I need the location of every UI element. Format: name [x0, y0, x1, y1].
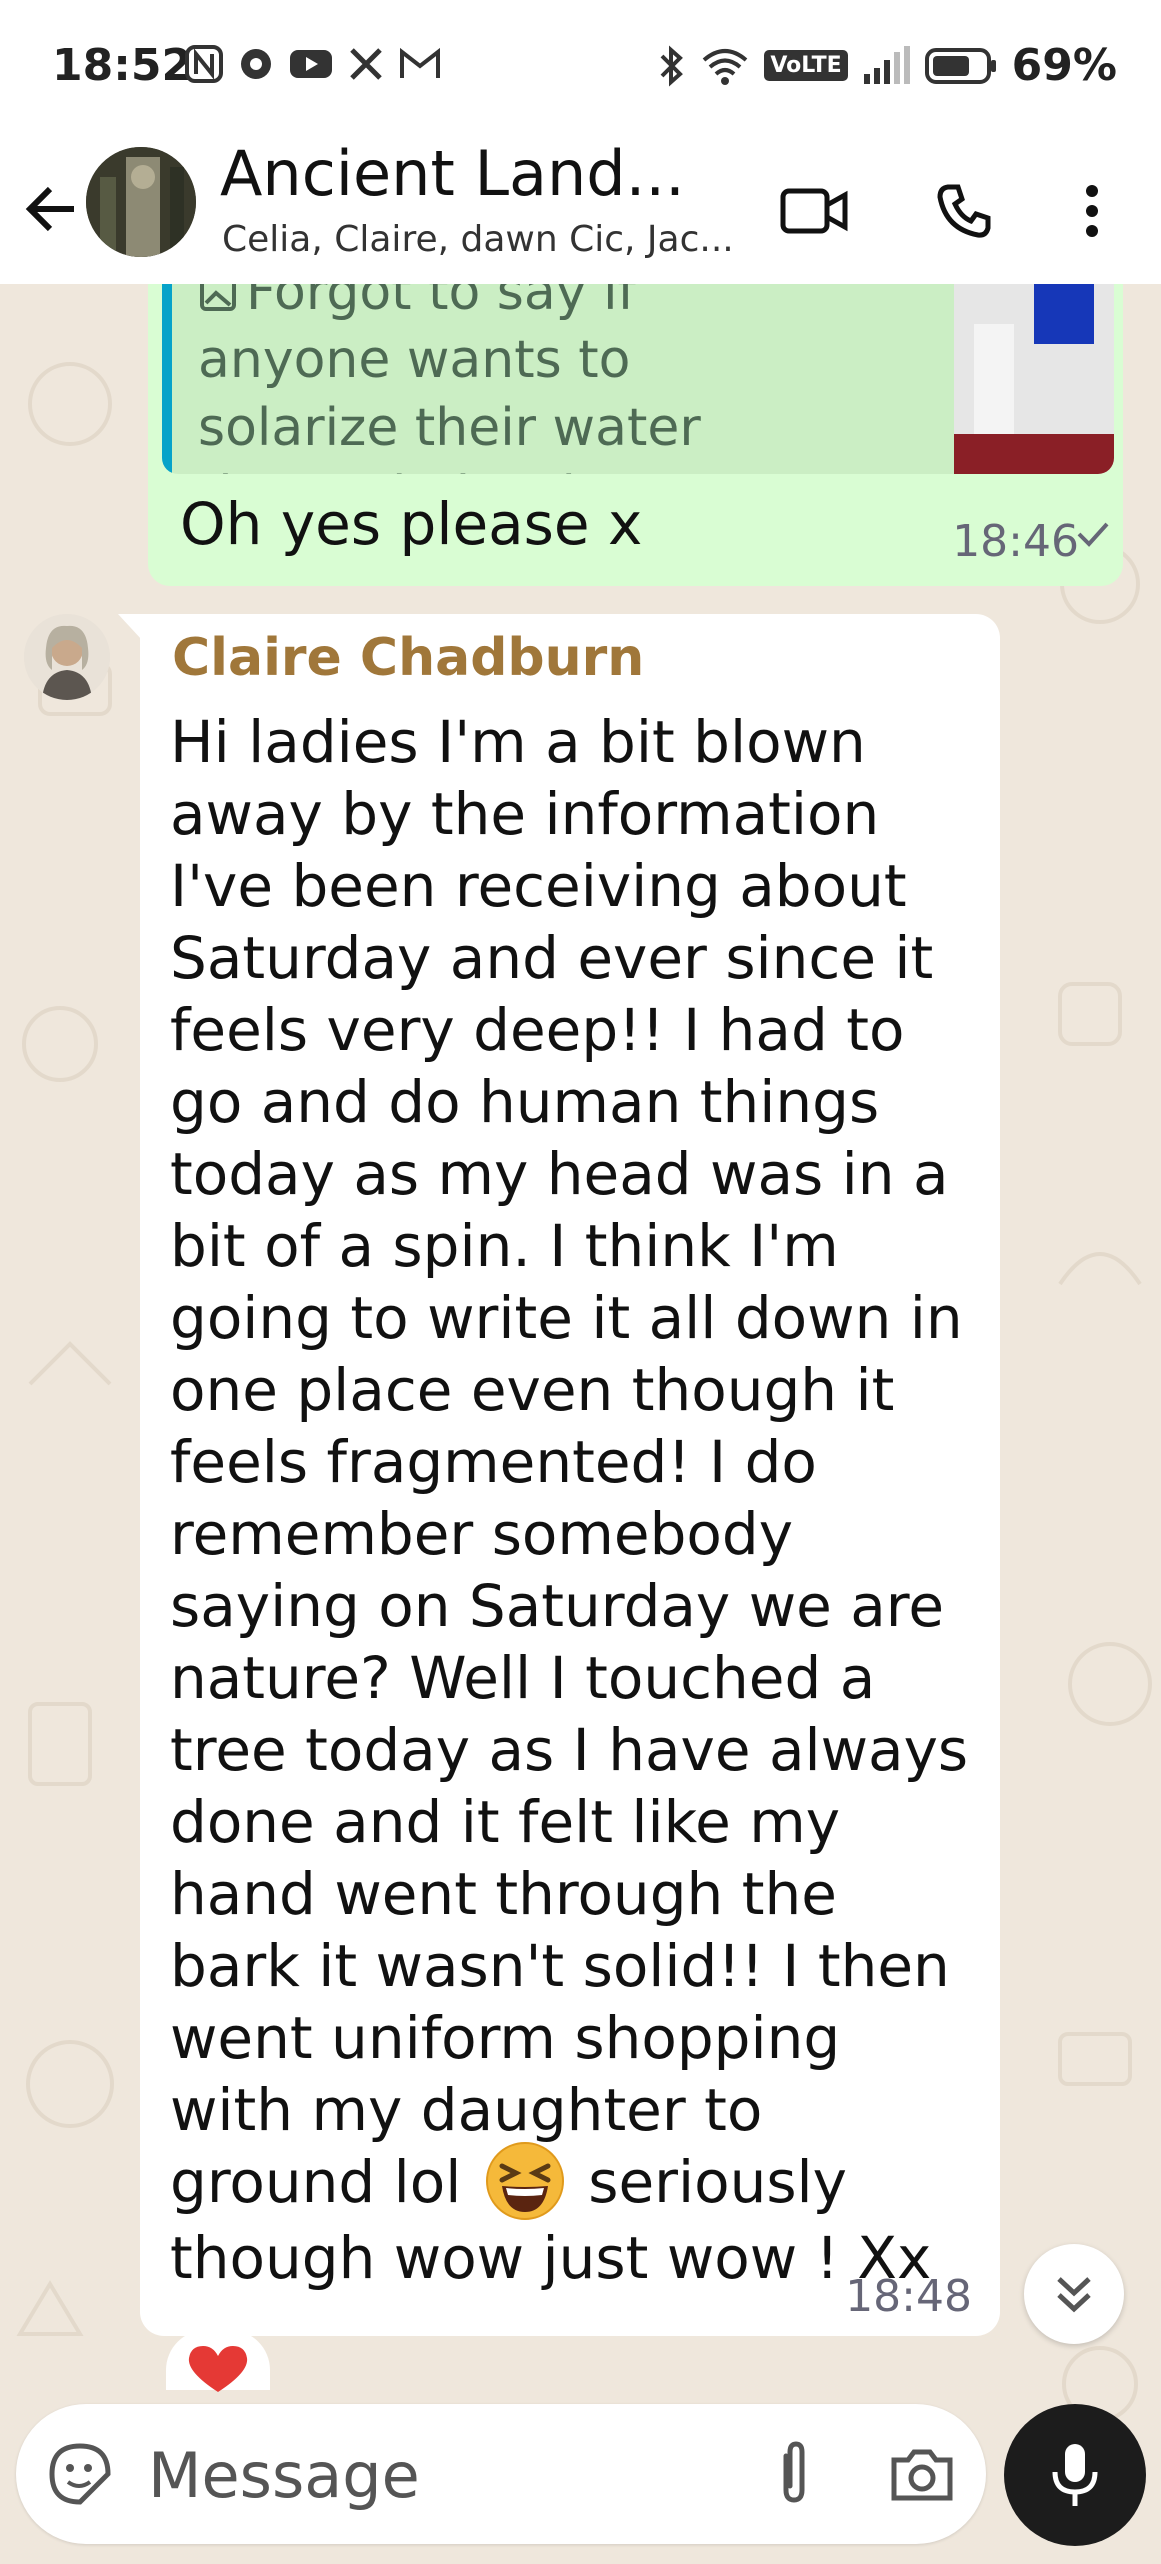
message-input[interactable]: [146, 2434, 730, 2516]
voice-message-button[interactable]: [1004, 2404, 1146, 2546]
incoming-message[interactable]: Claire Chadburn Hi ladies I'm a bit blow…: [118, 614, 1000, 2336]
sent-check-icon: [1077, 522, 1109, 547]
notification-icons: [184, 44, 442, 84]
message-text: Oh yes please x: [180, 490, 643, 558]
wifi-icon: [703, 48, 748, 85]
outgoing-message[interactable]: Forgot to say if anyone wants to solariz…: [148, 284, 1123, 586]
message-time: 18:46: [952, 516, 1079, 567]
volte-icon: VoLTE: [764, 50, 848, 81]
battery-icon: [924, 47, 996, 84]
sender-avatar[interactable]: [24, 614, 110, 700]
image-icon: [200, 284, 236, 311]
n-icon: [185, 45, 223, 83]
message-text: Hi ladies I'm a bit blown away by the in…: [170, 706, 970, 2294]
bluetooth-icon: [660, 45, 684, 86]
chat-title[interactable]: Ancient Land...: [220, 137, 685, 210]
double-chevron-down-icon: [1057, 2277, 1091, 2313]
quoted-text: Forgot to say if anyone wants to solariz…: [198, 284, 733, 474]
voice-call-button[interactable]: [924, 171, 1004, 251]
group-avatar[interactable]: [86, 147, 196, 257]
message-text-part1: Hi ladies I'm a bit blown away by the in…: [170, 708, 969, 2216]
message-composer: [16, 2404, 986, 2544]
status-bar: 18:52 VoLTE 69%: [0, 0, 1161, 135]
status-time: 18:52: [52, 40, 193, 91]
chat-header: Ancient Land... Celia, Claire, dawn Cic,…: [0, 135, 1161, 284]
quote-accent-bar: [162, 284, 172, 474]
sender-name[interactable]: Claire Chadburn: [172, 628, 644, 688]
attachment-icon[interactable]: [758, 2438, 830, 2510]
signal-icon: [863, 45, 910, 84]
grinning-squinting-face-emoji: [485, 2141, 564, 2220]
quoted-message-text: Forgot to say if anyone wants to solariz…: [198, 284, 738, 474]
quoted-image-thumbnail: [954, 284, 1114, 474]
message-reaction[interactable]: [166, 2330, 270, 2392]
settings-flower-icon: [241, 49, 271, 79]
arrow-left-icon: [25, 186, 74, 232]
more-options-button[interactable]: [1052, 171, 1132, 251]
group-avatar-image: [86, 147, 196, 257]
video-call-icon: [780, 188, 848, 234]
x-icon: [350, 48, 382, 80]
scroll-to-bottom-button[interactable]: [1024, 2244, 1124, 2344]
back-button[interactable]: [20, 177, 84, 241]
quoted-message[interactable]: Forgot to say if anyone wants to solariz…: [162, 284, 1114, 474]
phone-icon: [937, 184, 991, 238]
message-time: 18:48: [845, 2271, 972, 2322]
red-heart-icon: [188, 2346, 248, 2392]
microphone-icon: [1052, 2444, 1098, 2506]
battery-percent: 69%: [1011, 40, 1117, 91]
youtube-icon: [290, 50, 332, 78]
camera-icon[interactable]: [886, 2438, 958, 2510]
sticker-icon[interactable]: [46, 2440, 114, 2508]
gmail-icon: [400, 47, 440, 78]
chat-participants[interactable]: Celia, Claire, dawn Cic, Jac...: [222, 219, 734, 260]
system-icons: VoLTE 69%: [656, 40, 1117, 91]
more-vertical-icon: [1086, 185, 1098, 237]
video-call-button[interactable]: [774, 171, 854, 251]
